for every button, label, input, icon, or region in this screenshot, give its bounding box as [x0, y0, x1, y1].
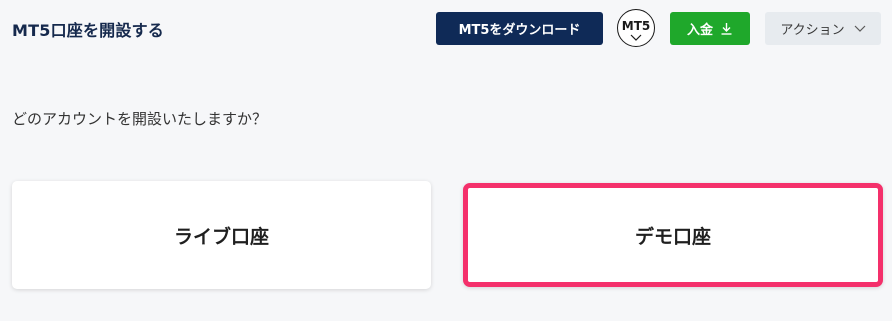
download-icon	[721, 23, 732, 35]
live-account-option[interactable]: ライブ口座	[12, 181, 431, 289]
action-label: アクション	[780, 23, 845, 38]
action-menu-button[interactable]: アクション	[765, 12, 881, 45]
deposit-label: 入金	[686, 23, 713, 38]
demo-account-option[interactable]: デモ口座	[463, 183, 883, 287]
live-account-label: ライブ口座	[173, 225, 269, 248]
download-mt5-label: MT5をダウンロード	[458, 23, 581, 38]
chevron-down-icon	[630, 34, 642, 41]
account-type-question: どのアカウントを開設いたしますか？	[12, 110, 268, 128]
download-mt5-button[interactable]: MT5をダウンロード	[436, 12, 603, 45]
deposit-button[interactable]: 入金	[670, 12, 750, 45]
platform-switcher[interactable]: MT5	[617, 9, 655, 47]
platform-badge-label: MT5	[621, 19, 651, 33]
demo-account-label: デモ口座	[634, 225, 711, 248]
chevron-down-icon	[854, 25, 866, 32]
page-title: MT5口座を開設する	[12, 21, 164, 40]
